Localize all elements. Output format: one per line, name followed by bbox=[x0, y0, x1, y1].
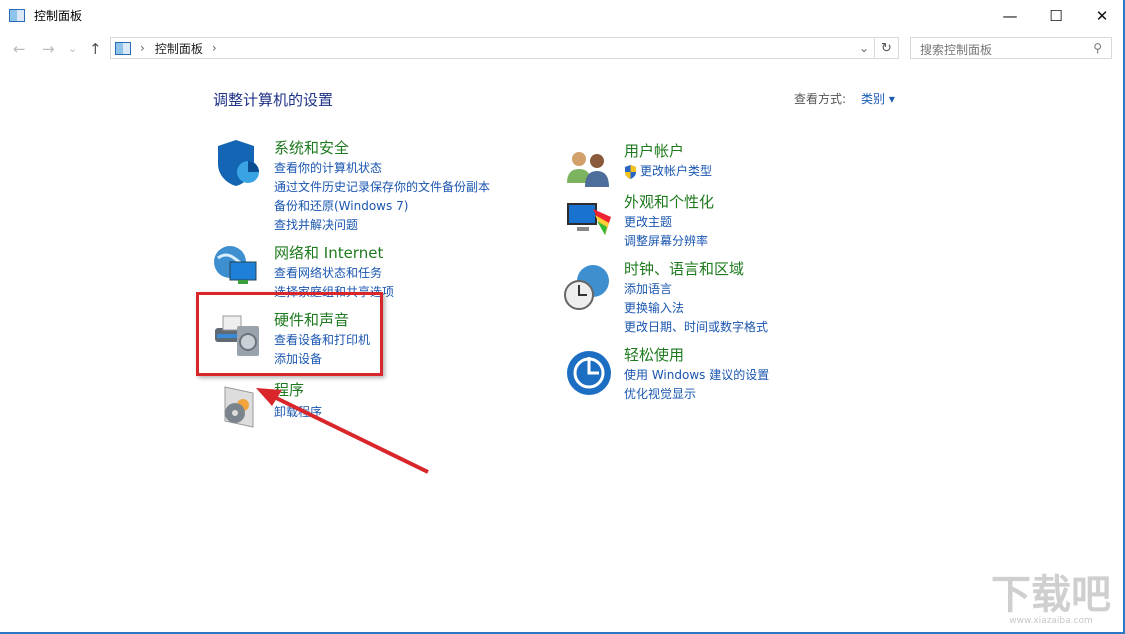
annotation-arrow bbox=[256, 388, 429, 474]
watermark: 下载吧 www.xiazaiba.com bbox=[991, 574, 1111, 626]
watermark-logo: 下载吧 bbox=[991, 572, 1111, 618]
